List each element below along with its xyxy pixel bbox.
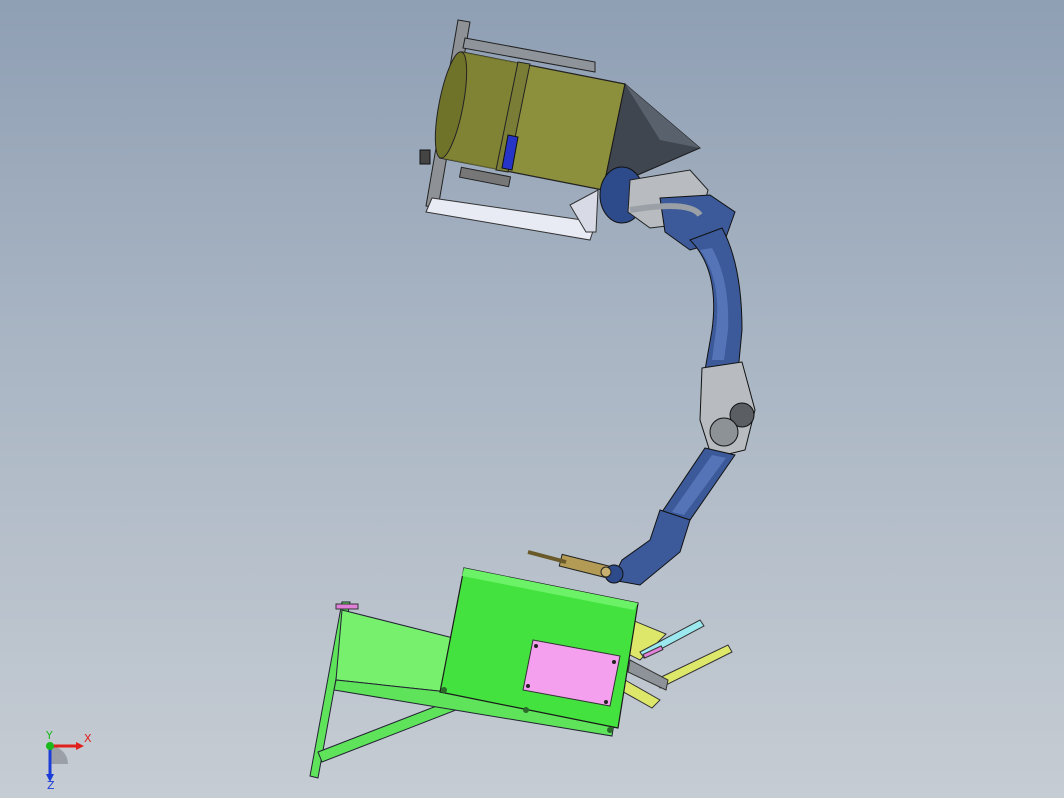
welding-torch-nozzle (527, 550, 567, 564)
fixture-pink-pin (335, 603, 359, 610)
fixture-bolt (604, 700, 608, 704)
fixture-bolt (441, 687, 447, 693)
cad-viewport[interactable] (0, 0, 1064, 798)
triad-x-label: X (84, 732, 92, 745)
welding-torch-tip (600, 566, 612, 578)
hopper-knob (419, 149, 431, 165)
robot-elbow-joint (709, 417, 739, 447)
fixture-bolt (523, 707, 529, 713)
fixture-bolt (607, 727, 613, 733)
fixture-bolt (534, 644, 538, 648)
fixture-diagonal-brace (317, 699, 457, 763)
triad-x-arrow (76, 742, 84, 750)
fixture-bolt (526, 684, 530, 688)
coordinate-triad: X Y Z (45, 730, 92, 790)
triad-z-label: Z (47, 779, 55, 790)
fixture-bolt (612, 660, 616, 664)
welding-fixture[interactable] (309, 567, 733, 779)
robot-wrist (611, 509, 691, 586)
triad-y-label: Y (45, 730, 53, 742)
triad-y-axis (46, 742, 54, 750)
